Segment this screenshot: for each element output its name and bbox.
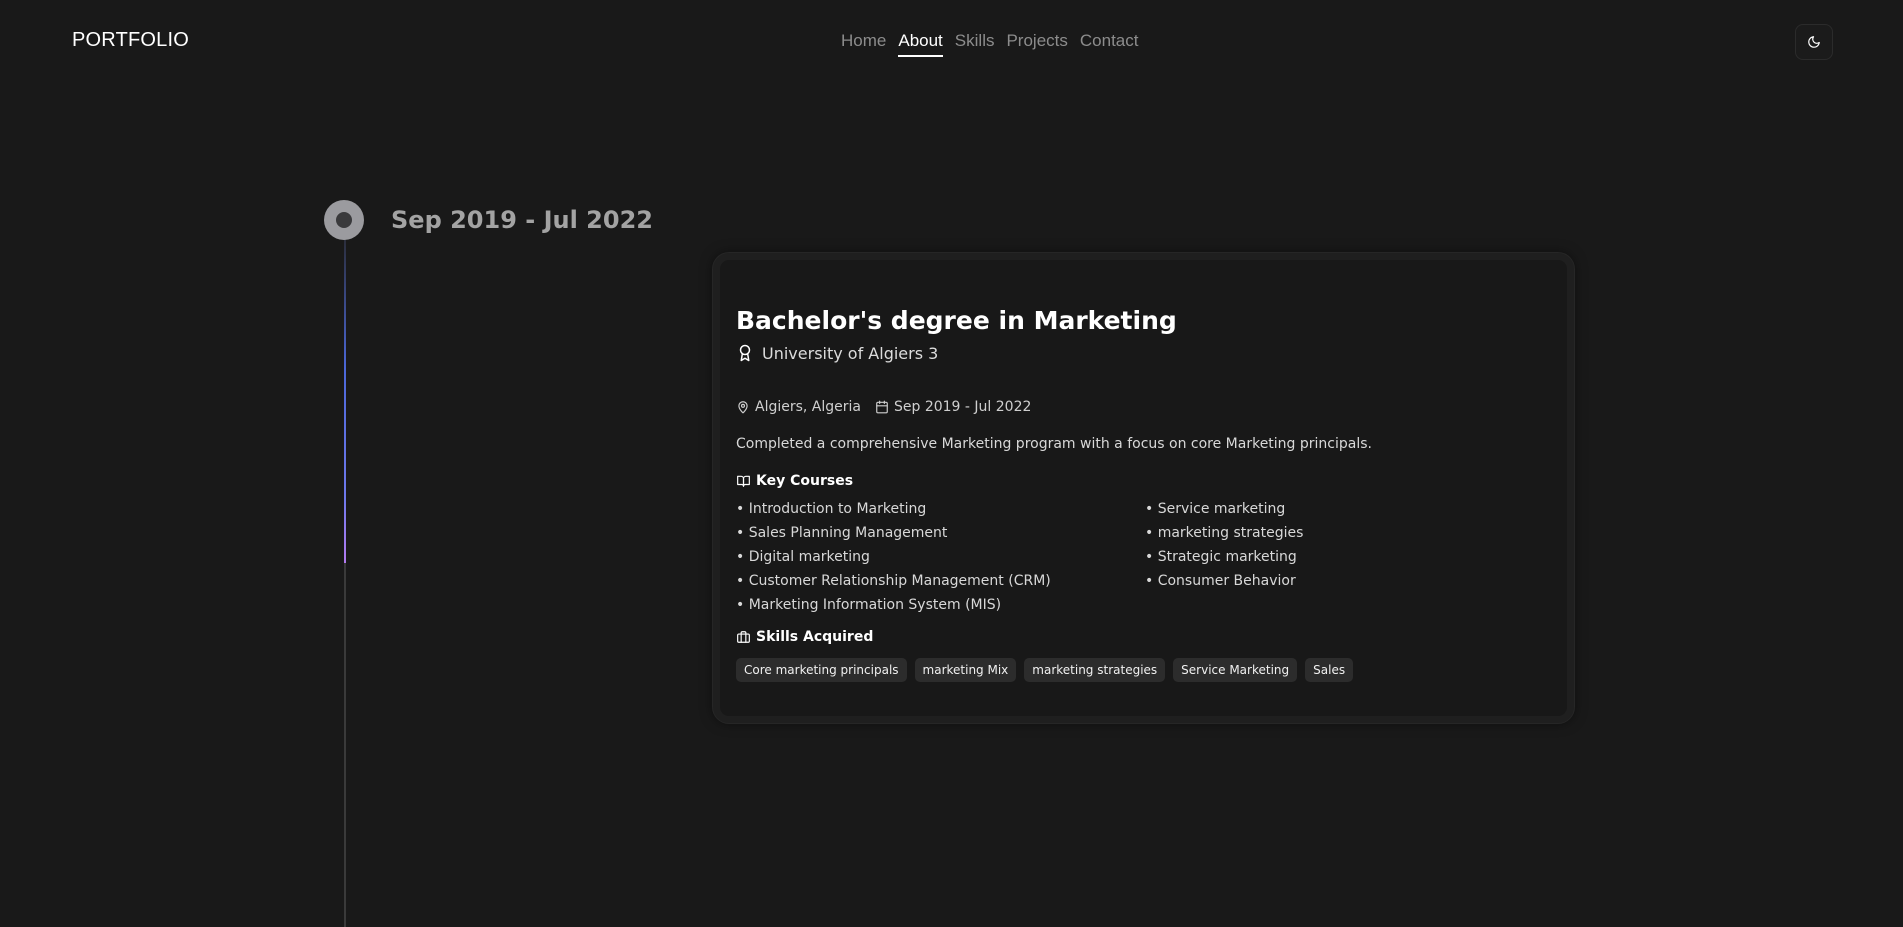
moon-icon — [1807, 35, 1821, 49]
key-courses-heading: Key Courses — [736, 473, 853, 489]
nav-projects[interactable]: Projects — [1006, 31, 1067, 57]
description: Completed a comprehensive Marketing prog… — [736, 436, 1372, 452]
meta-row: Algiers, Algeria Sep 2019 - Jul 2022 — [736, 399, 1031, 415]
nav-skills[interactable]: Skills — [955, 31, 995, 57]
briefcase-icon — [736, 630, 751, 644]
nav-home[interactable]: Home — [841, 31, 886, 57]
theme-toggle-button[interactable] — [1795, 24, 1833, 60]
list-item: • Service marketing — [1145, 501, 1286, 517]
skill-tag: marketing strategies — [1024, 658, 1166, 682]
timeline-node — [324, 200, 364, 240]
calendar-icon — [875, 400, 889, 414]
timeline-progress — [344, 240, 346, 563]
page: PORTFOLIO Home About Skills Projects Con… — [0, 0, 1903, 927]
key-courses-label: Key Courses — [756, 473, 854, 489]
degree-title: Bachelor's degree in Marketing — [736, 306, 1177, 335]
book-open-icon — [736, 474, 751, 488]
map-pin-icon — [736, 400, 750, 414]
main-nav: Home About Skills Projects Contact — [841, 31, 1138, 57]
timeline-node-dot — [336, 212, 352, 228]
education-card: Bachelor's degree in Marketing Universit… — [713, 253, 1574, 723]
institution: University of Algiers 3 — [736, 343, 938, 363]
skill-tag: Sales — [1305, 658, 1354, 682]
timeline-date: Sep 2019 - Jul 2022 — [391, 206, 653, 234]
list-item: • Consumer Behavior — [1145, 573, 1296, 589]
list-item: • Customer Relationship Management (CRM) — [736, 573, 1051, 589]
list-item: • marketing strategies — [1145, 525, 1304, 541]
period-text: Sep 2019 - Jul 2022 — [894, 399, 1032, 415]
award-icon — [736, 343, 754, 363]
period: Sep 2019 - Jul 2022 — [875, 399, 1031, 415]
courses-right-column: • Service marketing • marketing strategi… — [1145, 500, 1303, 591]
institution-name: University of Algiers 3 — [762, 343, 939, 363]
courses-left-column: • Introduction to Marketing • Sales Plan… — [736, 500, 1051, 615]
nav-contact[interactable]: Contact — [1080, 31, 1139, 57]
list-item: • Introduction to Marketing — [736, 501, 927, 517]
nav-about[interactable]: About — [898, 31, 943, 57]
skills-acquired-heading: Skills Acquired — [736, 629, 873, 645]
location-text: Algiers, Algeria — [755, 399, 861, 415]
site-logo[interactable]: PORTFOLIO — [72, 29, 189, 52]
skills-acquired-label: Skills Acquired — [756, 629, 874, 645]
list-item: • Marketing Information System (MIS) — [736, 597, 1002, 613]
skill-tag: marketing Mix — [914, 658, 1017, 682]
location: Algiers, Algeria — [736, 399, 861, 415]
list-item: • Sales Planning Management — [736, 525, 948, 541]
list-item: • Digital marketing — [736, 549, 870, 565]
skill-tags: Core marketing principals marketing Mix … — [736, 658, 1354, 682]
skill-tag: Core marketing principals — [736, 658, 907, 682]
skill-tag: Service Marketing — [1173, 658, 1298, 682]
list-item: • Strategic marketing — [1145, 549, 1297, 565]
